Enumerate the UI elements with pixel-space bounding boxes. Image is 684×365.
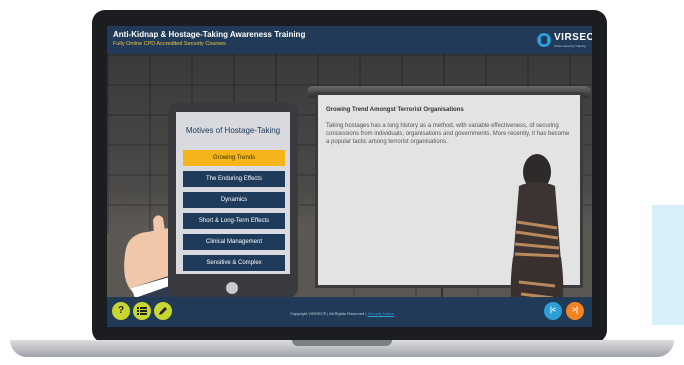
menu-item-dynamics[interactable]: Dynamics [183, 192, 285, 208]
logo-mark-icon [537, 33, 551, 47]
virsec-logo: VIRSEC Online Security Training [537, 32, 592, 50]
laptop-notch [292, 340, 392, 346]
menu-title: Motives of Hostage-Taking [185, 126, 281, 135]
logo-tagline: Online Security Training [554, 44, 586, 48]
menu-button[interactable] [133, 302, 151, 320]
decorative-panel [652, 205, 684, 325]
board-text: Taking hostages has a long history as a … [326, 123, 570, 145]
skip-back-icon: |< [549, 307, 557, 314]
menu-item-sensitive-complex[interactable]: Sensitive & Complex [183, 255, 285, 271]
menu-item-enduring-effects[interactable]: The Enduring Effects [183, 171, 285, 187]
copyright-label: Copyright VIRSEC® | All Rights Reserved … [290, 311, 368, 316]
menu-item-clinical-management[interactable]: Clinical Management [183, 234, 285, 250]
course-title: Anti-Kidnap & Hostage-Taking Awareness T… [113, 30, 306, 39]
tablet-screen: Motives of Hostage-Taking Growing Trends… [176, 112, 290, 274]
course-subtitle: Fully Online CPD Accredited Security Cou… [113, 41, 226, 47]
tablet-home-button[interactable] [226, 282, 238, 294]
course-header: Anti-Kidnap & Hostage-Taking Awareness T… [107, 26, 592, 54]
list-icon [137, 307, 147, 315]
course-footer: ? Copyright VIRSEC® | All Rights Reserve… [107, 297, 592, 327]
tablet-device: Motives of Hostage-Taking Growing Trends… [168, 102, 298, 298]
room-scene: Growing Trend Amongst Terrorist Organisa… [107, 54, 592, 320]
logo-text: VIRSEC [554, 32, 592, 43]
pencil-icon [159, 307, 167, 315]
question-icon: ? [117, 305, 125, 316]
menu-item-growing-trends[interactable]: Growing Trends [183, 150, 285, 166]
copyright-text: Copyright VIRSEC® | All Rights Reserved … [290, 311, 394, 316]
board-heading: Growing Trend Amongst Terrorist Organisa… [326, 107, 464, 113]
next-button[interactable]: >| [566, 302, 584, 320]
previous-button[interactable]: |< [544, 302, 562, 320]
notes-button[interactable] [154, 302, 172, 320]
menu-item-short-long-term-effects[interactable]: Short & Long-Term Effects [183, 213, 285, 229]
skip-forward-icon: >| [571, 307, 579, 314]
security-notice-link[interactable]: Security Notice [368, 311, 395, 316]
course-screen: Anti-Kidnap & Hostage-Taking Awareness T… [107, 26, 592, 327]
help-button[interactable]: ? [112, 302, 130, 320]
